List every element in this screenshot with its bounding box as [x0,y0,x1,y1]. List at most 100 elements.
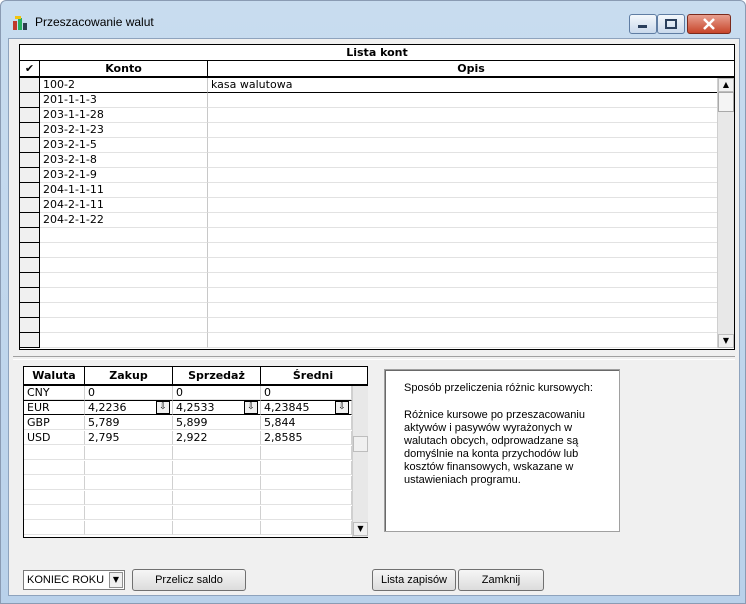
opis-cell[interactable] [208,198,717,213]
zakup-cell[interactable] [85,446,173,460]
minimize-button[interactable] [629,14,657,34]
zakup-cell[interactable]: 5,789 [85,416,173,430]
opis-cell[interactable] [208,333,717,348]
table-row[interactable]: CNY 0 0 0 [24,386,352,401]
row-selector[interactable] [20,183,40,198]
sprzedaz-cell[interactable] [173,521,261,535]
konto-cell[interactable]: 201-1-1-3 [40,93,208,108]
konto-cell[interactable] [40,333,208,348]
sprzedaz-cell[interactable] [173,461,261,475]
title-bar[interactable]: Przeszacowanie walut [1,1,745,37]
waluta-cell[interactable] [24,461,85,475]
zakup-cell[interactable] [85,461,173,475]
konto-cell[interactable]: 203-1-1-28 [40,108,208,123]
close-window-button[interactable] [687,14,731,34]
konto-cell[interactable]: 100-2 [40,78,208,93]
sredni-cell[interactable] [261,521,352,535]
row-selector[interactable] [20,108,40,123]
check-column-header[interactable]: ✔ [20,61,40,76]
sprzedaz-cell[interactable] [173,446,261,460]
table-row[interactable] [20,318,717,333]
row-selector[interactable] [20,333,40,348]
list-button[interactable]: Lista zapisów [372,569,456,591]
konto-cell[interactable]: 204-1-1-11 [40,183,208,198]
konto-cell[interactable]: 203-2-1-5 [40,138,208,153]
row-selector[interactable] [20,93,40,108]
row-selector[interactable] [20,243,40,258]
table-row[interactable] [20,228,717,243]
table-row[interactable]: GBP 5,789 5,899 5,844 [24,416,352,431]
table-row[interactable] [24,476,352,491]
table-row[interactable]: 204-1-1-11 [20,183,717,198]
scroll-down-icon[interactable]: ▼ [718,334,734,348]
opis-cell[interactable] [208,318,717,333]
sprzedaz-cell[interactable] [173,491,261,505]
sredni-cell[interactable] [261,446,352,460]
konto-cell[interactable] [40,303,208,318]
close-button[interactable]: Zamknij [458,569,544,591]
opis-cell[interactable] [208,273,717,288]
sredni-cell[interactable]: 0 [261,386,352,400]
row-selector[interactable] [20,138,40,153]
zakup-cell[interactable]: 0 [85,386,173,400]
zakup-column-header[interactable]: Zakup [85,367,173,384]
table-row[interactable]: 201-1-1-3 [20,93,717,108]
waluta-cell[interactable] [24,476,85,490]
rate-picker-icon[interactable]: ⇩ [244,401,258,414]
konto-cell[interactable] [40,243,208,258]
sprzedaz-cell[interactable] [173,476,261,490]
table-row[interactable] [24,446,352,461]
table-row[interactable]: 203-1-1-28 [20,108,717,123]
table-row[interactable]: 203-2-1-8 [20,153,717,168]
opis-cell[interactable] [208,213,717,228]
row-selector[interactable] [20,288,40,303]
opis-cell[interactable] [208,243,717,258]
opis-cell[interactable] [208,288,717,303]
chevron-down-icon[interactable]: ▼ [109,572,123,588]
waluta-cell[interactable]: EUR [24,400,85,415]
table-row[interactable]: 203-2-1-23 [20,123,717,138]
zakup-cell[interactable]: 2,795 [85,431,173,445]
scroll-thumb[interactable] [353,436,368,452]
waluta-cell[interactable]: GBP [24,416,85,430]
sprzedaz-cell[interactable] [173,506,261,520]
rate-picker-icon[interactable]: ⇩ [335,401,349,414]
row-selector[interactable] [20,273,40,288]
konto-cell[interactable] [40,273,208,288]
sprzedaz-cell[interactable]: 5,899 [173,416,261,430]
opis-cell[interactable] [208,303,717,318]
zakup-cell[interactable] [85,491,173,505]
table-row[interactable]: 100-2 kasa walutowa [20,78,717,93]
opis-cell[interactable] [208,258,717,273]
row-selector[interactable] [20,123,40,138]
konto-column-header[interactable]: Konto [40,61,208,76]
konto-cell[interactable]: 203-2-1-9 [40,168,208,183]
waluta-cell[interactable] [24,506,85,520]
table-row[interactable] [20,273,717,288]
konto-cell[interactable] [40,288,208,303]
maximize-button[interactable] [657,14,685,34]
sprzedaz-cell[interactable]: 0 [173,386,261,400]
row-selector[interactable] [20,198,40,213]
waluta-cell[interactable] [24,491,85,505]
row-selector[interactable] [20,153,40,168]
table-row[interactable] [20,333,717,348]
sredni-column-header[interactable]: Średni [261,367,365,384]
table-row[interactable]: EUR 4,2236 ⇩ 4,2533 ⇩ 4,23845 ⇩ [24,400,352,416]
currency-scrollbar[interactable]: ▼ [352,386,368,537]
sredni-cell[interactable]: 2,8585 [261,431,352,445]
konto-cell[interactable]: 204-2-1-11 [40,198,208,213]
table-row[interactable]: USD 2,795 2,922 2,8585 [24,431,352,446]
table-row[interactable]: 203-2-1-9 [20,168,717,183]
row-selector[interactable] [20,168,40,183]
sprzedaz-column-header[interactable]: Sprzedaż [173,367,261,384]
scroll-thumb[interactable] [718,92,734,112]
opis-cell[interactable]: kasa walutowa [208,78,717,93]
opis-cell[interactable] [208,153,717,168]
table-row[interactable] [20,258,717,273]
konto-cell[interactable]: 203-2-1-23 [40,123,208,138]
sprzedaz-cell[interactable]: 2,922 [173,431,261,445]
sredni-cell[interactable]: 5,844 [261,416,352,430]
konto-cell[interactable]: 203-2-1-8 [40,153,208,168]
row-selector[interactable] [20,213,40,228]
